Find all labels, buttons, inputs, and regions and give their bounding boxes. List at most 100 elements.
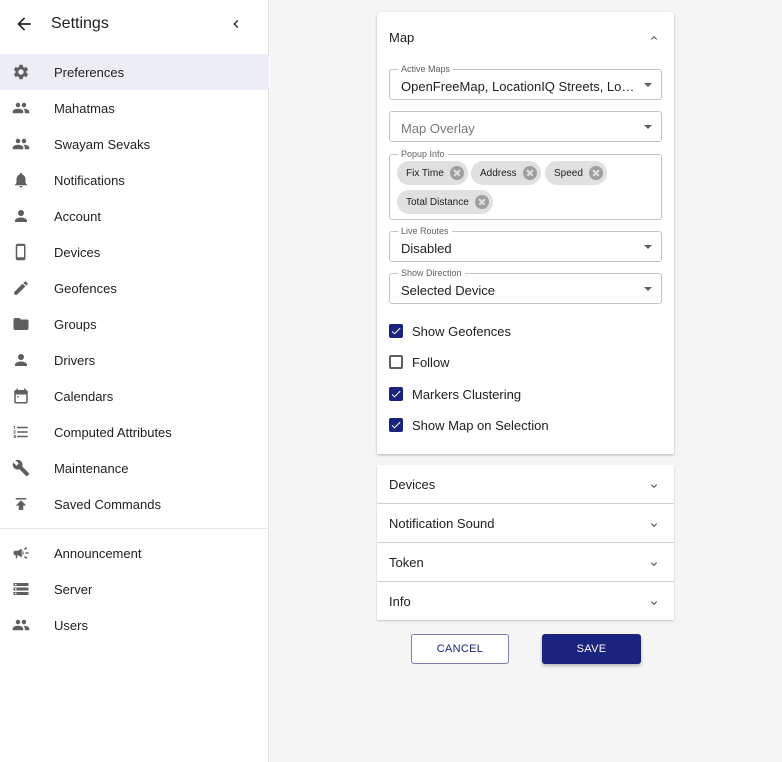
sidebar-item-swayam-sevaks[interactable]: Swayam Sevaks [0,126,269,162]
chip-delete-icon[interactable] [522,166,537,180]
follow-checkbox[interactable]: Follow [389,352,450,372]
dropdown-arrow-icon [644,287,652,291]
notification-sound-accordion[interactable]: Notification Sound [377,504,674,542]
checkbox-checked-icon[interactable] [389,418,403,432]
sidebar-title: Settings [51,15,109,32]
megaphone-icon [12,544,30,562]
folder-icon [12,315,30,333]
cancel-button[interactable]: CANCEL [411,634,509,664]
active-maps-label: Active Maps [398,64,454,74]
sidebar-item-label: Geofences [54,280,117,296]
sidebar-nav: Preferences Mahatmas Swayam Sevaks Notif… [0,54,269,643]
sidebar-item-label: Notifications [54,172,125,188]
sidebar-item-calendars[interactable]: Calendars [0,378,269,414]
chip-label: Address [480,167,517,179]
sidebar-item-label: Maintenance [54,460,129,476]
sidebar-item-devices[interactable]: Devices [0,234,269,270]
people-icon [12,616,30,634]
sidebar-item-label: Server [54,581,93,597]
chip-delete-icon[interactable] [449,166,464,180]
live-routes-value: Disabled [401,241,452,256]
show-direction-label: Show Direction [398,268,465,278]
checkbox-label: Follow [412,354,450,370]
wrench-icon [12,459,30,477]
chevron-down-icon [648,596,660,608]
chip-label: Speed [554,167,583,179]
chip-speed[interactable]: Speed [545,161,607,185]
section-title: Notification Sound [389,516,495,531]
sidebar-item-maintenance[interactable]: Maintenance [0,450,269,486]
popup-info-select[interactable]: Popup Info Fix Time Address Speed Total … [389,149,662,220]
sidebar-item-announcement[interactable]: Announcement [0,535,269,571]
person-icon [12,351,30,369]
sidebar-item-account[interactable]: Account [0,198,269,234]
chip-total-distance[interactable]: Total Distance [397,190,493,214]
people-icon [12,99,30,117]
show-geofences-checkbox[interactable]: Show Geofences [389,321,511,341]
section-title: Info [389,594,411,609]
sidebar-item-users[interactable]: Users [0,607,269,643]
sidebar-item-label: Drivers [54,352,96,368]
settings-sidebar: Settings Preferences Mahatmas Swayam Sev… [0,0,269,762]
sidebar-item-server[interactable]: Server [0,571,269,607]
map-overlay-placeholder: Map Overlay [401,121,475,136]
sidebar-item-label: Announcement [54,545,142,561]
chip-delete-icon[interactable] [588,166,603,180]
checkbox-label: Markers Clustering [412,386,522,402]
section-title: Devices [389,477,436,492]
markers-clustering-checkbox[interactable]: Markers Clustering [389,384,521,404]
show-direction-value: Selected Device [401,283,495,298]
sidebar-item-label: Swayam Sevaks [54,136,151,152]
collapse-chevron-icon[interactable] [228,15,244,33]
sidebar-item-groups[interactable]: Groups [0,306,269,342]
checkbox-label: Show Geofences [412,323,512,339]
list-icon [12,423,30,441]
calendar-icon [12,387,30,405]
sidebar-item-geofences[interactable]: Geofences [0,270,269,306]
checkbox-unchecked-icon[interactable] [389,355,403,369]
sidebar-item-saved-commands[interactable]: Saved Commands [0,486,269,522]
popup-info-label: Popup Info [398,149,448,159]
map-overlay-select[interactable]: Map Overlay [389,111,662,142]
token-accordion[interactable]: Token [377,543,674,581]
sidebar-item-drivers[interactable]: Drivers [0,342,269,378]
chip-label: Total Distance [406,196,469,208]
person-icon [12,207,30,225]
sidebar-item-label: Groups [54,316,97,332]
sidebar-item-notifications[interactable]: Notifications [0,162,269,198]
map-section-title: Map [389,30,415,45]
map-accordion-header[interactable]: Map [377,12,674,62]
sidebar-item-preferences[interactable]: Preferences [0,54,269,90]
phone-icon [12,243,30,261]
map-accordion: Map Active Maps OpenFreeMap, LocationIQ … [377,12,674,454]
chip-address[interactable]: Address [471,161,541,185]
sidebar-item-label: Account [54,208,101,224]
checkbox-checked-icon[interactable] [389,324,403,338]
save-button[interactable]: SAVE [542,634,641,664]
sidebar-divider [0,528,269,529]
show-map-on-selection-checkbox[interactable]: Show Map on Selection [389,415,549,435]
chip-delete-icon[interactable] [474,195,489,209]
pencil-icon [12,279,30,297]
dropdown-arrow-icon [644,83,652,87]
sidebar-item-mahatmas[interactable]: Mahatmas [0,90,269,126]
sidebar-item-label: Calendars [54,388,114,404]
sidebar-item-label: Devices [54,244,101,260]
chip-fix-time[interactable]: Fix Time [397,161,468,185]
dropdown-arrow-icon [644,125,652,129]
show-direction-select[interactable]: Show Direction Selected Device [389,268,662,304]
chevron-up-icon [648,31,660,43]
people-icon [12,135,30,153]
sidebar-header: Settings [0,0,269,48]
sidebar-item-label: Preferences [54,64,125,80]
info-accordion[interactable]: Info [377,582,674,620]
sidebar-item-label: Saved Commands [54,496,161,512]
devices-accordion[interactable]: Devices [377,465,674,503]
live-routes-select[interactable]: Live Routes Disabled [389,226,662,262]
dropdown-arrow-icon [644,245,652,249]
sidebar-item-label: Users [54,617,88,633]
checkbox-checked-icon[interactable] [389,387,403,401]
sidebar-item-computed-attributes[interactable]: Computed Attributes [0,414,269,450]
active-maps-select[interactable]: Active Maps OpenFreeMap, LocationIQ Stre… [389,64,662,100]
back-arrow-icon[interactable] [14,14,34,34]
